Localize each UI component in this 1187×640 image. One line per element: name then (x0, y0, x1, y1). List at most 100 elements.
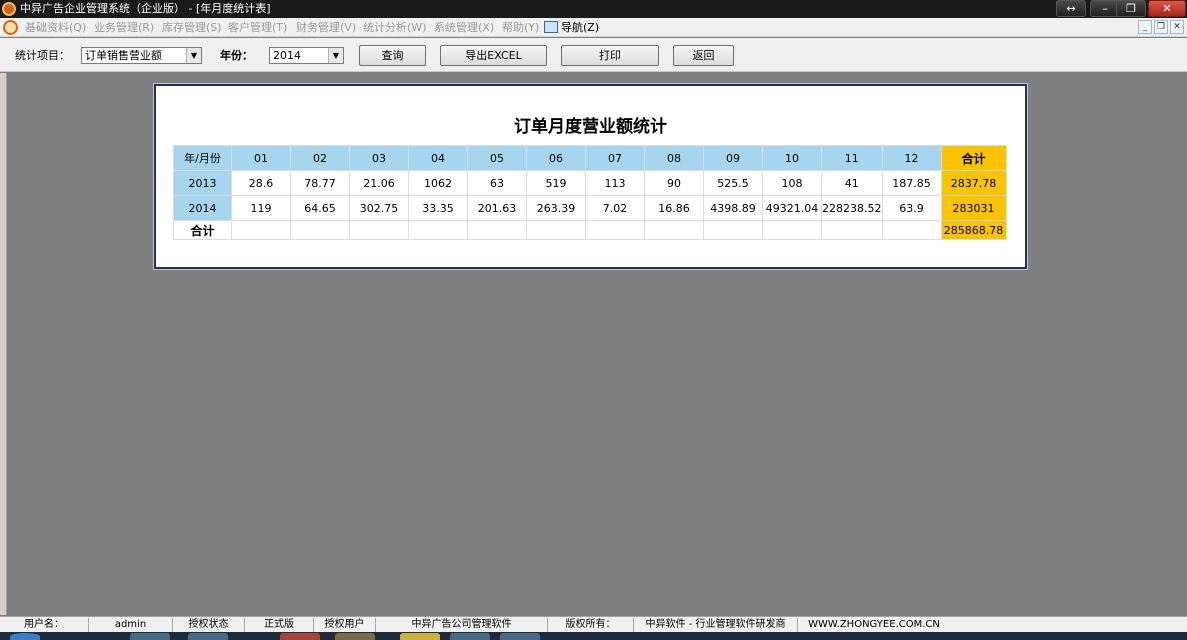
navigation-icon (544, 21, 558, 33)
taskbar-item[interactable] (450, 633, 490, 640)
month-header: 01 (231, 145, 291, 171)
restore-icon: ❐ (1156, 22, 1166, 32)
month-header: 07 (585, 145, 645, 171)
taskbar-item[interactable] (130, 633, 170, 640)
query-button[interactable]: 查询 (359, 45, 426, 66)
grand-total-cell: 285868.78 (940, 220, 1007, 240)
menu-help[interactable]: 帮助(Y) (502, 20, 539, 35)
mdi-minimize-button[interactable]: _ (1138, 20, 1152, 34)
year-label: 年份： (220, 49, 253, 62)
status-auth-user-value: 中异广告公司管理软件 (376, 618, 548, 632)
taskbar-item[interactable] (280, 633, 320, 640)
grand-total-label: 合计 (173, 220, 232, 240)
close-button[interactable]: ✕ (1148, 0, 1186, 17)
value-cell: 16.86 (644, 195, 704, 221)
month-header: 02 (290, 145, 350, 171)
value-cell: 113 (585, 170, 645, 196)
status-copyright-value: 中异软件 - 行业管理软件研发商 (634, 618, 798, 632)
empty-cell (644, 220, 704, 240)
chevron-down-icon[interactable]: ▼ (328, 48, 343, 63)
print-button[interactable]: 打印 (561, 45, 659, 66)
month-header: 09 (703, 145, 763, 171)
close-icon: ✕ (1173, 22, 1181, 32)
status-website: WWW.ZHONGYEE.COM.CN (808, 619, 940, 630)
minimize-icon: – (1102, 2, 1108, 15)
empty-cell (231, 220, 291, 240)
year-cell: 2013 (173, 170, 232, 196)
empty-cell (703, 220, 763, 240)
menu-basic-data[interactable]: 基础资料(Q) (25, 20, 86, 35)
resize-button[interactable]: ↔ (1056, 0, 1086, 17)
value-cell: 525.5 (703, 170, 763, 196)
month-header: 11 (821, 145, 883, 171)
stat-item-select[interactable]: 订单销售营业额 ▼ (81, 47, 202, 64)
mdi-restore-button[interactable]: ❐ (1154, 20, 1168, 34)
mdi-close-button[interactable]: ✕ (1170, 20, 1184, 34)
taskbar-item[interactable] (400, 633, 440, 640)
back-button[interactable]: 返回 (673, 45, 734, 66)
value-cell: 49321.04 (762, 195, 822, 221)
status-user-label: 用户名： (0, 618, 89, 632)
arrows-horizontal-icon: ↔ (1066, 2, 1076, 15)
status-auth-value: 正式版 (245, 618, 314, 632)
year-cell: 2014 (173, 195, 232, 221)
chevron-down-icon[interactable]: ▼ (186, 48, 201, 63)
restore-button[interactable]: ❐ (1116, 0, 1146, 17)
status-copyright-label: 版权所有： (548, 618, 634, 632)
status-user-value: admin (89, 618, 173, 632)
corner-header: 年/月份 (173, 145, 232, 171)
empty-cell (821, 220, 883, 240)
month-header: 05 (467, 145, 527, 171)
value-cell: 519 (526, 170, 586, 196)
empty-cell (881, 220, 942, 240)
value-cell: 119 (231, 195, 291, 221)
value-cell: 28.6 (231, 170, 291, 196)
month-header: 04 (408, 145, 468, 171)
value-cell: 201.63 (467, 195, 527, 221)
menu-business[interactable]: 业务管理(R) (94, 20, 154, 35)
stat-item-value: 订单销售营业额 (85, 49, 162, 62)
header-row: 年/月份 01 02 03 04 05 06 07 08 09 10 11 12… (173, 145, 1007, 171)
title-bar: 中异广告企业管理系统（企业版） - [年月度统计表] ↔ – ❐ ✕ (0, 0, 1187, 18)
month-header: 08 (644, 145, 704, 171)
value-cell: 7.02 (585, 195, 645, 221)
value-cell: 263.39 (526, 195, 586, 221)
menu-customer[interactable]: 客户管理(T) (228, 20, 287, 35)
table-row: 2014 119 64.65 302.75 33.35 201.63 263.3… (173, 195, 1007, 221)
taskbar-item[interactable] (188, 633, 228, 640)
year-select[interactable]: 2014 ▼ (269, 47, 344, 64)
value-cell: 63.9 (881, 195, 942, 221)
window-title: 中异广告企业管理系统（企业版） - [年月度统计表] (20, 2, 271, 15)
left-edge (0, 73, 7, 615)
report-table: 年/月份 01 02 03 04 05 06 07 08 09 10 11 12… (173, 145, 1007, 240)
menu-navigation[interactable]: 导航(Z) (561, 20, 599, 35)
row-total-cell: 2837.78 (940, 170, 1007, 196)
taskbar-item[interactable] (335, 633, 375, 640)
table-row: 2013 28.6 78.77 21.06 1062 63 519 113 90… (173, 170, 1007, 196)
month-header: 06 (526, 145, 586, 171)
value-cell: 228238.52 (821, 195, 883, 221)
export-excel-button[interactable]: 导出EXCEL (440, 45, 547, 66)
close-icon: ✕ (1162, 2, 1172, 15)
status-auth-user-label: 授权用户 (314, 618, 376, 632)
menu-finance[interactable]: 财务管理(V) (296, 20, 356, 35)
value-cell: 33.35 (408, 195, 468, 221)
restore-icon: ❐ (1126, 2, 1136, 15)
empty-cell (762, 220, 822, 240)
value-cell: 63 (467, 170, 527, 196)
menu-statistics[interactable]: 统计分析(W) (363, 20, 426, 35)
month-header: 12 (881, 145, 942, 171)
empty-cell (585, 220, 645, 240)
start-button[interactable] (10, 633, 40, 640)
menu-system[interactable]: 系统管理(X) (434, 20, 494, 35)
menu-logo-icon[interactable] (3, 20, 18, 35)
value-cell: 41 (821, 170, 883, 196)
stat-item-label: 统计项目： (15, 49, 70, 62)
taskbar-item[interactable] (500, 633, 540, 640)
value-cell: 108 (762, 170, 822, 196)
value-cell: 1062 (408, 170, 468, 196)
menu-inventory[interactable]: 库存管理(S) (162, 20, 222, 35)
empty-cell (290, 220, 350, 240)
month-header: 10 (762, 145, 822, 171)
report-title: 订单月度营业额统计 (514, 117, 667, 137)
